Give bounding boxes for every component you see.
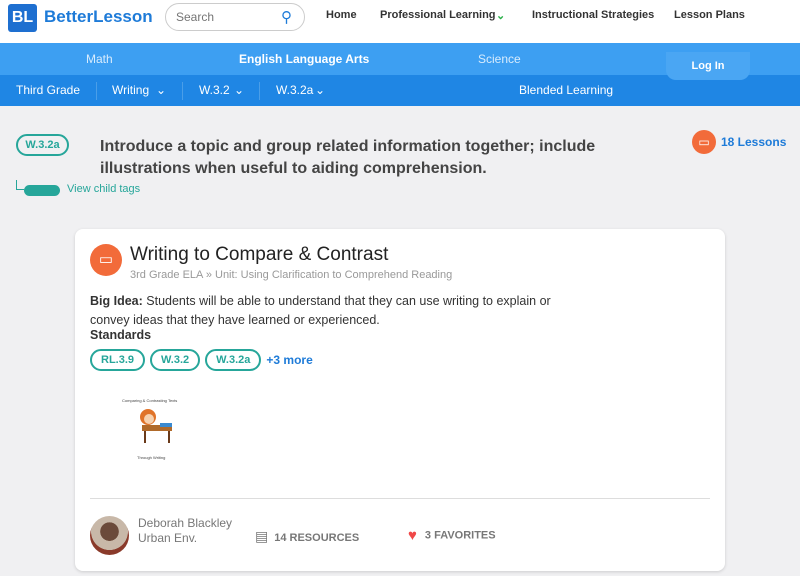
student-writing-illustration: [140, 409, 172, 443]
document-icon: ▤: [255, 528, 269, 544]
lesson-clipboard-icon: ▭: [90, 244, 122, 276]
subject-ela[interactable]: English Language Arts: [239, 52, 369, 66]
nav-instructional-strategies[interactable]: Instructional Strategies: [532, 9, 654, 21]
author-name[interactable]: Deborah Blackley: [138, 516, 232, 531]
breadcrumb-w32[interactable]: W.3.2: [199, 83, 230, 97]
lesson-title[interactable]: Writing to Compare & Contrast: [130, 244, 388, 266]
tree-line: [16, 180, 24, 190]
big-idea-text: Students will be able to understand that…: [90, 294, 551, 327]
lesson-clipboard-icon: ▭: [692, 130, 716, 154]
author-school: Urban Env.: [138, 531, 198, 545]
favorites-label: 3 FAVORITES: [424, 529, 496, 542]
standard-tag[interactable]: W.3.2a: [16, 134, 69, 156]
author-info[interactable]: Deborah Blackley Urban Env.: [138, 516, 232, 546]
standards-label: Standards: [90, 328, 152, 342]
divider: [182, 82, 183, 100]
toggle-switch[interactable]: [24, 185, 60, 196]
standards-list: RL.3.9 W.3.2 W.3.2a +3 more: [90, 349, 313, 371]
thumbnail-caption: Through Writing: [137, 455, 166, 460]
standard-pill[interactable]: W.3.2: [150, 349, 201, 371]
search-icon[interactable]: ⚲: [281, 8, 292, 26]
logo[interactable]: BL: [8, 4, 37, 32]
lesson-thumbnail[interactable]: Comparing & Contrasting Texts Through Wr…: [92, 388, 214, 483]
login-button[interactable]: Log In: [666, 52, 750, 80]
nav-professional-learning[interactable]: Professional Learning: [380, 9, 496, 21]
nav-lesson-plans[interactable]: Lesson Plans: [674, 9, 745, 21]
standard-description: Introduce a topic and group related info…: [100, 138, 596, 177]
lessons-count-link[interactable]: 18 Lessons: [721, 135, 786, 149]
subject-science[interactable]: Science: [478, 52, 521, 66]
thumbnail-title: Comparing & Contrasting Texts: [122, 398, 178, 403]
big-idea: Big Idea: Students will be able to under…: [90, 292, 590, 330]
lesson-unit[interactable]: 3rd Grade ELA » Unit: Using Clarificatio…: [130, 269, 452, 281]
heart-icon[interactable]: ♥: [408, 527, 417, 544]
standard-pill[interactable]: W.3.2a: [205, 349, 262, 371]
standard-pill[interactable]: RL.3.9: [90, 349, 146, 371]
brand-name[interactable]: BetterLesson: [44, 7, 153, 27]
divider: [259, 82, 260, 100]
resources-count: ▤ 14 RESOURCES: [255, 528, 359, 545]
more-standards-link[interactable]: +3 more: [266, 353, 312, 367]
breadcrumb-writing[interactable]: Writing: [112, 83, 149, 97]
divider: [90, 498, 710, 499]
subject-math[interactable]: Math: [86, 52, 113, 66]
view-child-tags-label[interactable]: View child tags: [67, 183, 140, 195]
resources-label: 14 RESOURCES: [274, 532, 360, 544]
breadcrumb-third-grade[interactable]: Third Grade: [16, 83, 80, 97]
chevron-down-icon[interactable]: ⌄: [315, 83, 325, 97]
big-idea-label: Big Idea:: [90, 294, 143, 308]
chevron-down-icon[interactable]: ⌄: [234, 83, 244, 97]
chevron-down-icon[interactable]: ⌄: [156, 83, 166, 97]
nav-home[interactable]: Home: [326, 9, 357, 21]
blended-learning-link[interactable]: Blended Learning: [519, 83, 613, 97]
chevron-down-icon[interactable]: ⌄: [496, 9, 505, 22]
favorites-count[interactable]: ♥ 3 FAVORITES: [408, 527, 496, 544]
breadcrumb-w32a[interactable]: W.3.2a: [276, 83, 313, 97]
author-avatar[interactable]: [90, 516, 129, 555]
divider: [96, 82, 97, 100]
